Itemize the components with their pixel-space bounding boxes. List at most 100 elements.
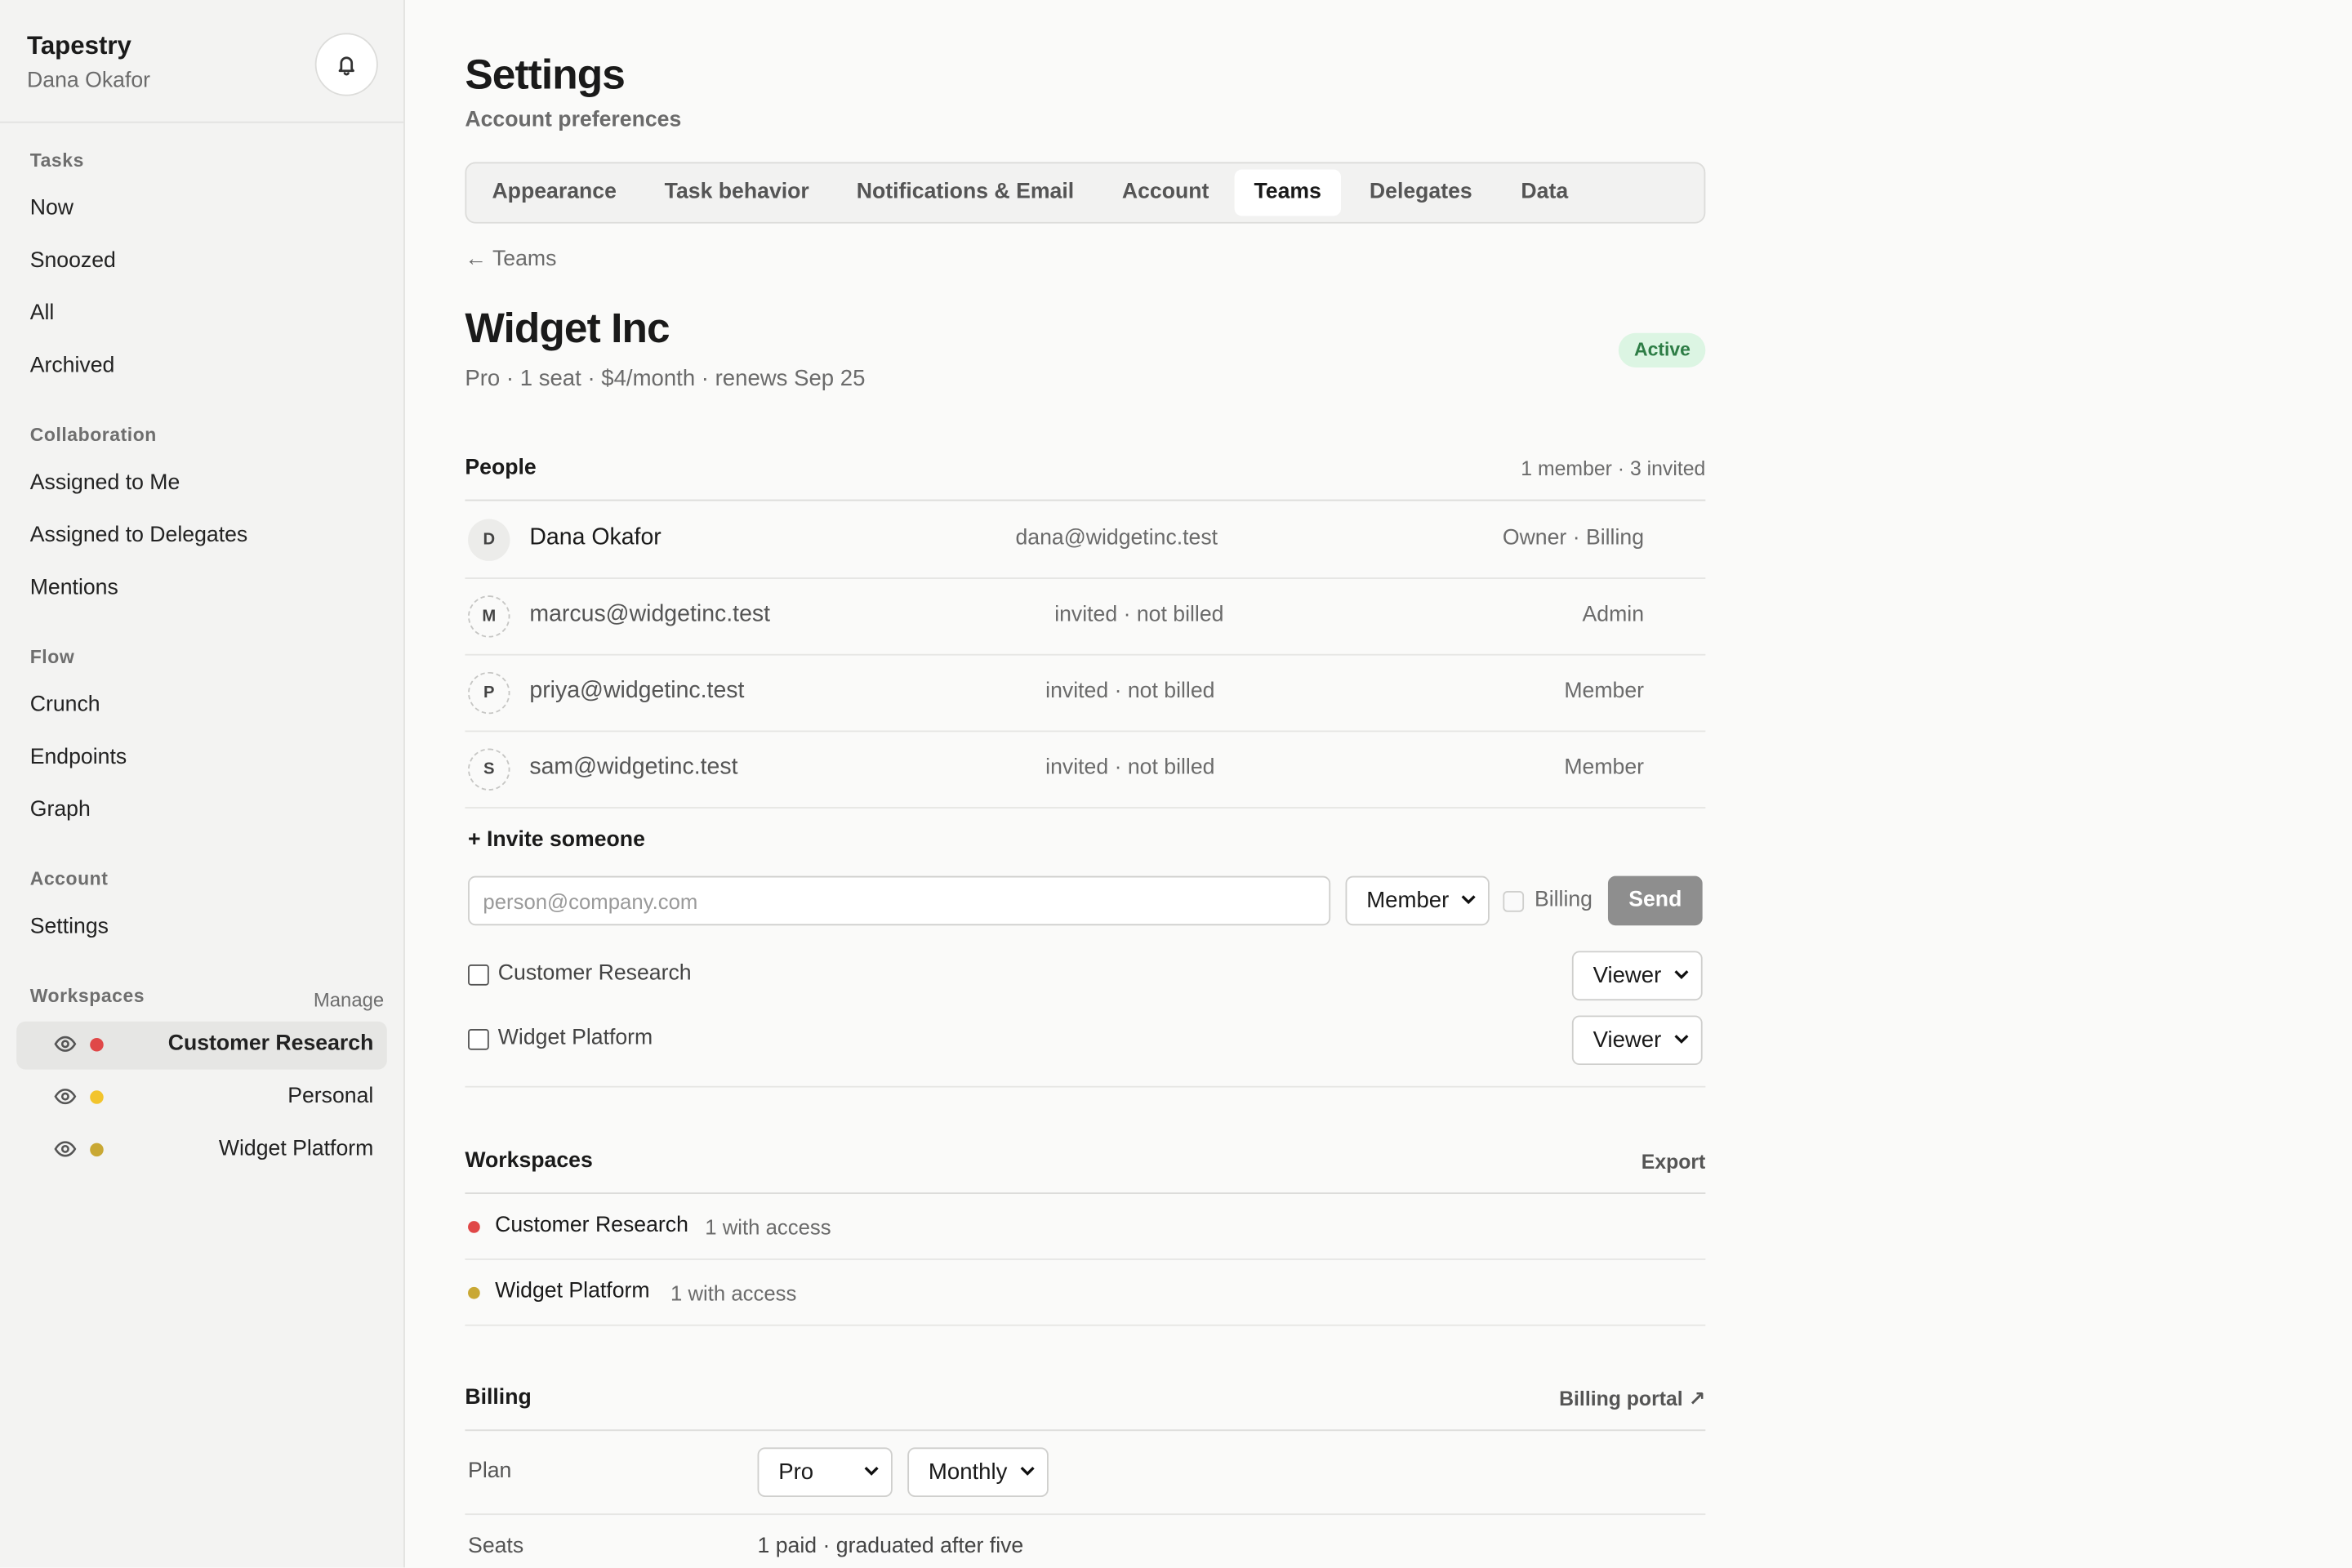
- workspace-name: Customer Research: [495, 1213, 688, 1238]
- workspace-checkbox[interactable]: [468, 1028, 489, 1050]
- sidebar-item-all[interactable]: All: [30, 301, 55, 325]
- current-user-name: Dana Okafor: [27, 69, 151, 93]
- people-row: S sam@widgetinc.test invited · not bille…: [465, 732, 1706, 808]
- back-label: Teams: [492, 247, 557, 272]
- workspace-checkbox-label: Customer Research: [497, 961, 692, 986]
- chevron-down-icon: [1461, 895, 1476, 905]
- people-section-header: People 1 member · 3 invited: [465, 456, 1706, 501]
- avatar: M: [468, 595, 510, 638]
- workspaces-title: Workspaces: [465, 1148, 593, 1174]
- people-row: M marcus@widgetinc.test invited · not bi…: [465, 579, 1706, 656]
- person-status: invited · not billed: [1045, 755, 1215, 781]
- person-role[interactable]: Member: [1564, 756, 1644, 780]
- workspace-row[interactable]: Widget Platform 1 with access: [465, 1260, 1706, 1326]
- billing-title: Billing: [465, 1386, 532, 1410]
- workspace-color-dot: [468, 1221, 480, 1233]
- app-name: Tapestry: [27, 31, 131, 60]
- sidebar-item-assigned-to-delegates[interactable]: Assigned to Delegates: [30, 523, 247, 547]
- sidebar-section-collaboration: Collaboration: [29, 424, 157, 446]
- workspace-role-value: Viewer: [1592, 1027, 1662, 1054]
- status-badge: Active: [1619, 332, 1706, 368]
- page-title: Settings: [465, 51, 625, 98]
- sidebar-item-snoozed[interactable]: Snoozed: [30, 249, 116, 273]
- tab-teams[interactable]: Teams: [1234, 169, 1341, 216]
- avatar: S: [468, 748, 510, 791]
- workspace-label: Customer Research: [167, 1031, 374, 1057]
- page-subtitle: Account preferences: [465, 108, 682, 132]
- plan-select[interactable]: Pro: [757, 1447, 893, 1498]
- sidebar-item-crunch[interactable]: Crunch: [30, 693, 100, 717]
- workspace-role-select[interactable]: Viewer: [1571, 951, 1703, 1001]
- sidebar-item-now[interactable]: Now: [30, 197, 74, 220]
- person-role[interactable]: Admin: [1583, 603, 1645, 626]
- sidebar-item-assigned-to-me[interactable]: Assigned to Me: [30, 471, 180, 495]
- person-role[interactable]: Member: [1564, 679, 1644, 703]
- send-invite-button[interactable]: Send: [1607, 875, 1703, 926]
- eye-icon[interactable]: [54, 1140, 77, 1158]
- workspace-role-value: Viewer: [1592, 963, 1662, 989]
- workspaces-section-header: Workspaces Export: [465, 1148, 1706, 1195]
- sidebar-workspace-widget-platform[interactable]: Widget Platform: [16, 1126, 387, 1174]
- manage-workspaces-link[interactable]: Manage: [314, 988, 384, 1011]
- sidebar-item-settings[interactable]: Settings: [30, 915, 109, 938]
- team-name: Widget Inc: [465, 304, 670, 351]
- billing-checkbox-label: Billing: [1534, 888, 1593, 912]
- sidebar-item-graph[interactable]: Graph: [30, 798, 91, 822]
- invite-role-select[interactable]: Member: [1345, 875, 1490, 926]
- back-to-teams-link[interactable]: ← Teams: [465, 247, 556, 271]
- workspace-checkbox[interactable]: [468, 964, 489, 986]
- invite-workspace-row: Customer Research: [468, 950, 1705, 1000]
- person-status: invited · not billed: [1054, 603, 1224, 627]
- people-row: D Dana Okafor dana@widgetinc.test Owner …: [465, 502, 1706, 579]
- invite-heading[interactable]: + Invite someone: [468, 828, 645, 852]
- tab-appearance[interactable]: Appearance: [473, 170, 636, 216]
- eye-icon[interactable]: [54, 1088, 77, 1106]
- tab-delegates[interactable]: Delegates: [1350, 170, 1492, 216]
- workspace-color-dot: [90, 1090, 104, 1104]
- sidebar-section-account: Account: [29, 868, 109, 890]
- tab-notifications-email[interactable]: Notifications & Email: [837, 170, 1094, 216]
- notifications-button[interactable]: [314, 33, 378, 96]
- export-button[interactable]: Export: [1642, 1151, 1706, 1174]
- invite-workspace-row: Widget Platform: [468, 1014, 1705, 1065]
- sidebar-workspace-customer-research[interactable]: Customer Research: [16, 1021, 387, 1070]
- sidebar-item-mentions[interactable]: Mentions: [30, 576, 118, 599]
- team-plan-summary: Pro · 1 seat · $4/month · renews Sep 25: [465, 366, 866, 392]
- invite-email-input[interactable]: [468, 875, 1331, 926]
- sidebar-workspace-personal[interactable]: Personal: [16, 1074, 387, 1122]
- tab-account[interactable]: Account: [1102, 170, 1228, 216]
- chevron-down-icon: [1020, 1467, 1035, 1476]
- workspace-access-count: 1 with access: [670, 1281, 797, 1305]
- bell-icon: [338, 56, 354, 76]
- invite-role-value: Member: [1366, 888, 1450, 914]
- billing-checkbox[interactable]: [1503, 890, 1525, 912]
- billing-portal-link[interactable]: Billing portal ↗: [1559, 1388, 1705, 1411]
- workspace-name: Widget Platform: [495, 1279, 650, 1304]
- tab-data[interactable]: Data: [1502, 170, 1588, 216]
- sidebar-section-workspaces: Workspaces: [29, 985, 145, 1007]
- sidebar-header: Tapestry Dana Okafor: [0, 0, 404, 123]
- chevron-down-icon: [864, 1467, 879, 1476]
- eye-icon[interactable]: [54, 1035, 77, 1053]
- plan-value: Pro: [778, 1459, 814, 1486]
- seats-value: 1 paid · graduated after five: [757, 1534, 1024, 1559]
- sidebar-section-tasks: Tasks: [29, 149, 84, 172]
- settings-tabs: Appearance Task behavior Notifications &…: [465, 162, 1706, 224]
- workspace-label: Widget Platform: [218, 1137, 374, 1161]
- workspace-row[interactable]: Customer Research 1 with access: [465, 1194, 1706, 1260]
- sidebar-item-archived[interactable]: Archived: [30, 354, 115, 377]
- sidebar-item-endpoints[interactable]: Endpoints: [30, 746, 127, 769]
- workspace-color-dot: [468, 1286, 480, 1299]
- people-title: People: [465, 456, 537, 480]
- chevron-down-icon: [1674, 1035, 1689, 1044]
- billing-cycle-value: Monthly: [928, 1459, 1008, 1486]
- workspace-access-count: 1 with access: [705, 1214, 831, 1240]
- person-name: Dana Okafor: [529, 524, 662, 551]
- avatar: D: [468, 519, 510, 561]
- person-role[interactable]: Owner · Billing: [1503, 527, 1644, 550]
- workspace-role-select[interactable]: Viewer: [1571, 1015, 1703, 1066]
- billing-cycle-select[interactable]: Monthly: [907, 1447, 1049, 1498]
- tab-task-behavior[interactable]: Task behavior: [645, 170, 829, 216]
- billing-section-header: Billing Billing portal ↗: [465, 1386, 1706, 1432]
- person-status: invited · not billed: [1045, 679, 1215, 704]
